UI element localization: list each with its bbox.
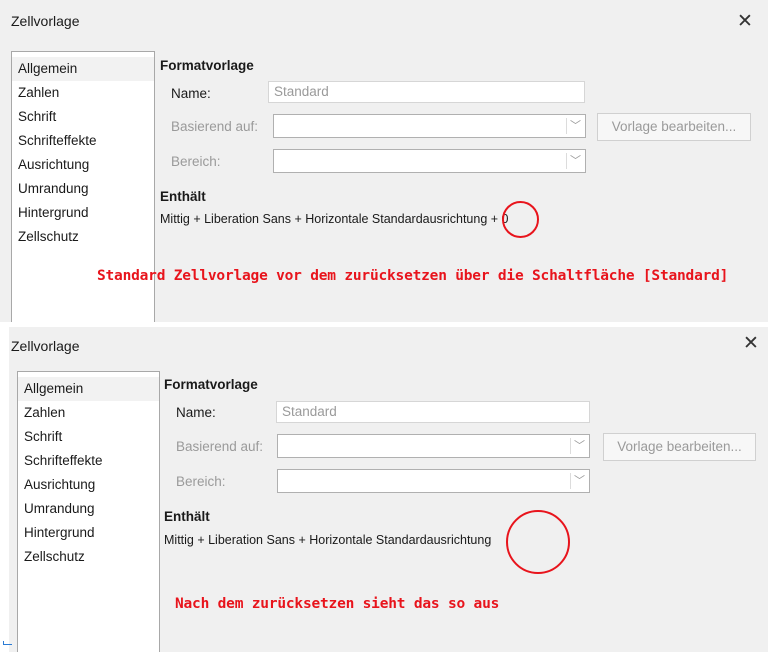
tab-zahlen[interactable]: Zahlen [12, 81, 154, 105]
tab-allgemein[interactable]: Allgemein [18, 377, 159, 401]
highlight-circle [502, 201, 539, 238]
highlight-circle [506, 510, 570, 574]
name-label: Name: [171, 86, 211, 101]
close-icon[interactable]: ✕ [743, 334, 759, 353]
name-label: Name: [176, 405, 216, 420]
section-contains: Enthält [164, 509, 210, 524]
based-on-label: Basierend auf: [171, 119, 259, 134]
tab-allgemein[interactable]: Allgemein [12, 57, 154, 81]
edit-style-button[interactable]: Vorlage bearbeiten... [597, 113, 751, 141]
based-on-select[interactable]: ﹀ [277, 434, 590, 458]
dialog-after: Zellvorlage ✕ Allgemein Zahlen Schrift S… [9, 327, 768, 652]
edit-style-button[interactable]: Vorlage bearbeiten... [603, 433, 756, 461]
chevron-down-icon[interactable]: ﹀ [574, 472, 585, 488]
tab-ausrichtung[interactable]: Ausrichtung [12, 153, 154, 177]
based-on-label: Basierend auf: [176, 439, 264, 454]
tab-hintergrund[interactable]: Hintergrund [18, 521, 159, 545]
tab-zellschutz[interactable]: Zellschutz [12, 225, 154, 249]
tab-umrandung[interactable]: Umrandung [18, 497, 159, 521]
area-select[interactable]: ﹀ [273, 149, 586, 173]
tab-schrift[interactable]: Schrift [12, 105, 154, 129]
chevron-down-icon[interactable]: ﹀ [570, 152, 581, 168]
dialog-title: Zellvorlage [11, 13, 80, 29]
area-label: Bereich: [171, 154, 221, 169]
based-on-select[interactable]: ﹀ [273, 114, 586, 138]
dialog-before: Zellvorlage ✕ Allgemein Zahlen Schrift S… [0, 0, 768, 322]
annotation-after: Nach dem zurücksetzen sieht das so aus [175, 596, 500, 612]
section-formatvorlage: Formatvorlage [164, 377, 258, 392]
select-separator [566, 153, 567, 169]
contains-text: Mittig + Liberation Sans + Horizontale S… [160, 212, 509, 226]
chevron-down-icon[interactable]: ﹀ [574, 437, 585, 453]
tab-ausrichtung[interactable]: Ausrichtung [18, 473, 159, 497]
name-field[interactable]: Standard [276, 401, 590, 423]
area-select[interactable]: ﹀ [277, 469, 590, 493]
corner-mark [3, 641, 12, 645]
tab-schrifteffekte[interactable]: Schrifteffekte [12, 129, 154, 153]
dialog-title: Zellvorlage [11, 338, 80, 354]
tab-schrifteffekte[interactable]: Schrifteffekte [18, 449, 159, 473]
select-separator [570, 473, 571, 489]
select-separator [566, 118, 567, 134]
contains-text: Mittig + Liberation Sans + Horizontale S… [164, 533, 492, 547]
select-separator [570, 438, 571, 454]
name-field[interactable]: Standard [268, 81, 585, 103]
tab-list: Allgemein Zahlen Schrift Schrifteffekte … [17, 371, 160, 652]
tab-hintergrund[interactable]: Hintergrund [12, 201, 154, 225]
tab-umrandung[interactable]: Umrandung [12, 177, 154, 201]
chevron-down-icon[interactable]: ﹀ [570, 117, 581, 133]
close-icon[interactable]: ✕ [737, 12, 753, 31]
tab-zahlen[interactable]: Zahlen [18, 401, 159, 425]
tab-schrift[interactable]: Schrift [18, 425, 159, 449]
tab-zellschutz[interactable]: Zellschutz [18, 545, 159, 569]
annotation-before: Standard Zellvorlage vor dem zurücksetze… [97, 268, 729, 284]
area-label: Bereich: [176, 474, 226, 489]
section-contains: Enthält [160, 189, 206, 204]
section-formatvorlage: Formatvorlage [160, 58, 254, 73]
